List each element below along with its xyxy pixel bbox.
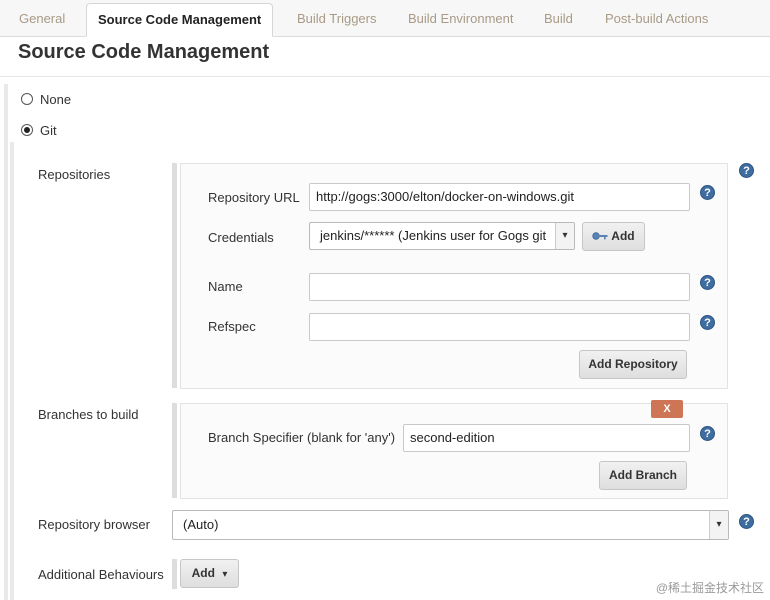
- repository-browser-label: Repository browser: [38, 517, 150, 532]
- credentials-add-button[interactable]: Add: [582, 222, 645, 251]
- key-icon: [592, 232, 608, 240]
- branch-specifier-input[interactable]: second-edition: [403, 424, 690, 452]
- tab-post-build-actions[interactable]: Post-build Actions: [605, 0, 708, 36]
- tab-build[interactable]: Build: [544, 0, 573, 36]
- additional-behaviours-bar: [172, 559, 177, 589]
- credentials-add-label: Add: [611, 229, 635, 243]
- repository-browser-help-icon[interactable]: ?: [739, 514, 754, 529]
- tab-source-code-management[interactable]: Source Code Management: [86, 3, 274, 37]
- branches-label: Branches to build: [38, 407, 139, 422]
- repository-browser-select[interactable]: (Auto) ▾: [172, 510, 729, 540]
- additional-behaviours-add-label: Add: [191, 566, 215, 580]
- chevron-down-icon: ▾: [709, 511, 728, 539]
- git-label: Git: [40, 123, 57, 138]
- branch-specifier-label: Branch Specifier (blank for 'any'): [208, 430, 396, 445]
- git-radio[interactable]: [21, 124, 33, 136]
- section-title: Source Code Management: [18, 41, 270, 63]
- branches-panel-bar: [172, 403, 177, 498]
- add-repository-button[interactable]: Add Repository: [579, 350, 687, 379]
- tab-build-environment[interactable]: Build Environment: [408, 0, 514, 36]
- additional-behaviours-add-button[interactable]: Add ▾: [180, 559, 239, 588]
- section-divider: [0, 76, 770, 77]
- name-label: Name: [208, 279, 243, 294]
- repository-url-label: Repository URL: [208, 190, 300, 205]
- config-tab-bar: General Source Code Management Build Tri…: [0, 0, 770, 37]
- delete-branch-button[interactable]: X: [651, 400, 683, 418]
- repositories-panel-bar: [172, 163, 177, 388]
- chevron-down-icon: ▾: [555, 223, 574, 249]
- credentials-select[interactable]: jenkins/****** (Jenkins user for Gogs gi…: [309, 222, 575, 250]
- branch-specifier-help-icon[interactable]: ?: [700, 426, 715, 441]
- tab-build-triggers[interactable]: Build Triggers: [297, 0, 376, 36]
- refspec-label: Refspec: [208, 319, 256, 334]
- refspec-input[interactable]: [309, 313, 690, 341]
- repositories-help-icon[interactable]: ?: [739, 163, 754, 178]
- git-left-bar: [10, 142, 14, 600]
- chevron-down-icon: ▾: [222, 569, 228, 580]
- refspec-help-icon[interactable]: ?: [700, 315, 715, 330]
- repository-url-input[interactable]: http://gogs:3000/elton/docker-on-windows…: [309, 183, 690, 211]
- additional-behaviours-label: Additional Behaviours: [38, 567, 164, 582]
- repository-name-input[interactable]: [309, 273, 690, 301]
- tab-general[interactable]: General: [19, 0, 65, 36]
- watermark: @稀土掘金技术社区: [655, 581, 764, 595]
- name-help-icon[interactable]: ?: [700, 275, 715, 290]
- none-radio[interactable]: [21, 93, 33, 105]
- section-left-bar: [4, 84, 8, 600]
- none-label: None: [40, 92, 72, 107]
- repository-browser-value: (Auto): [183, 517, 219, 532]
- repository-url-help-icon[interactable]: ?: [700, 185, 715, 200]
- credentials-label: Credentials: [208, 230, 274, 245]
- git-radio-selected-dot: [24, 127, 30, 133]
- credentials-value: jenkins/****** (Jenkins user for Gogs gi…: [320, 228, 547, 243]
- repositories-label: Repositories: [38, 167, 111, 182]
- add-branch-button[interactable]: Add Branch: [599, 461, 687, 490]
